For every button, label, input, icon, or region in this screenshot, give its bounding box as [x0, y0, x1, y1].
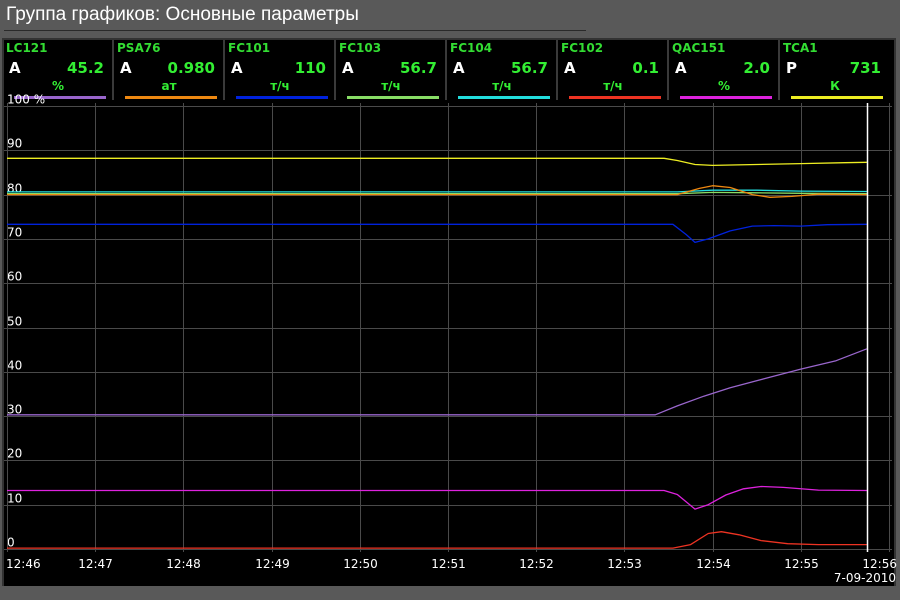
series-line-lc121	[7, 348, 868, 416]
y-tick-label: 60	[7, 270, 22, 284]
x-tick-label: 12:55	[784, 557, 819, 571]
y-tick-label: 70	[7, 226, 22, 240]
x-tick-label: 12:56	[862, 557, 897, 571]
y-tick-label: 100 %	[7, 93, 45, 107]
series-line-fc102	[7, 531, 867, 549]
x-tick-label: 12:46	[6, 557, 41, 571]
series-line-tca1	[7, 157, 867, 167]
y-tick-label: 10	[7, 492, 22, 506]
y-tick-label: 40	[7, 359, 22, 373]
y-tick-label: 0	[7, 536, 15, 550]
series-line-fc103	[7, 191, 867, 195]
x-tick-label: 12:47	[78, 557, 113, 571]
x-tick-label: 12:50	[343, 557, 378, 571]
bottom-strip	[0, 586, 900, 600]
trend-chart[interactable]: 0102030405060708090100 %12:46 12:47 12:48 1…	[0, 0, 900, 600]
x-tick-label: 12:51	[431, 557, 466, 571]
x-tick-label: 12:54	[696, 557, 731, 571]
y-tick-label: 50	[7, 315, 22, 329]
x-tick-label: 12:48	[166, 557, 201, 571]
date-label: 7-09-2010	[834, 571, 896, 585]
x-tick-label: 12:53	[607, 557, 642, 571]
y-tick-label: 90	[7, 137, 22, 151]
x-tick-label: 12:49	[255, 557, 290, 571]
x-tick-label: 12:52	[519, 557, 554, 571]
y-tick-label: 20	[7, 447, 22, 461]
